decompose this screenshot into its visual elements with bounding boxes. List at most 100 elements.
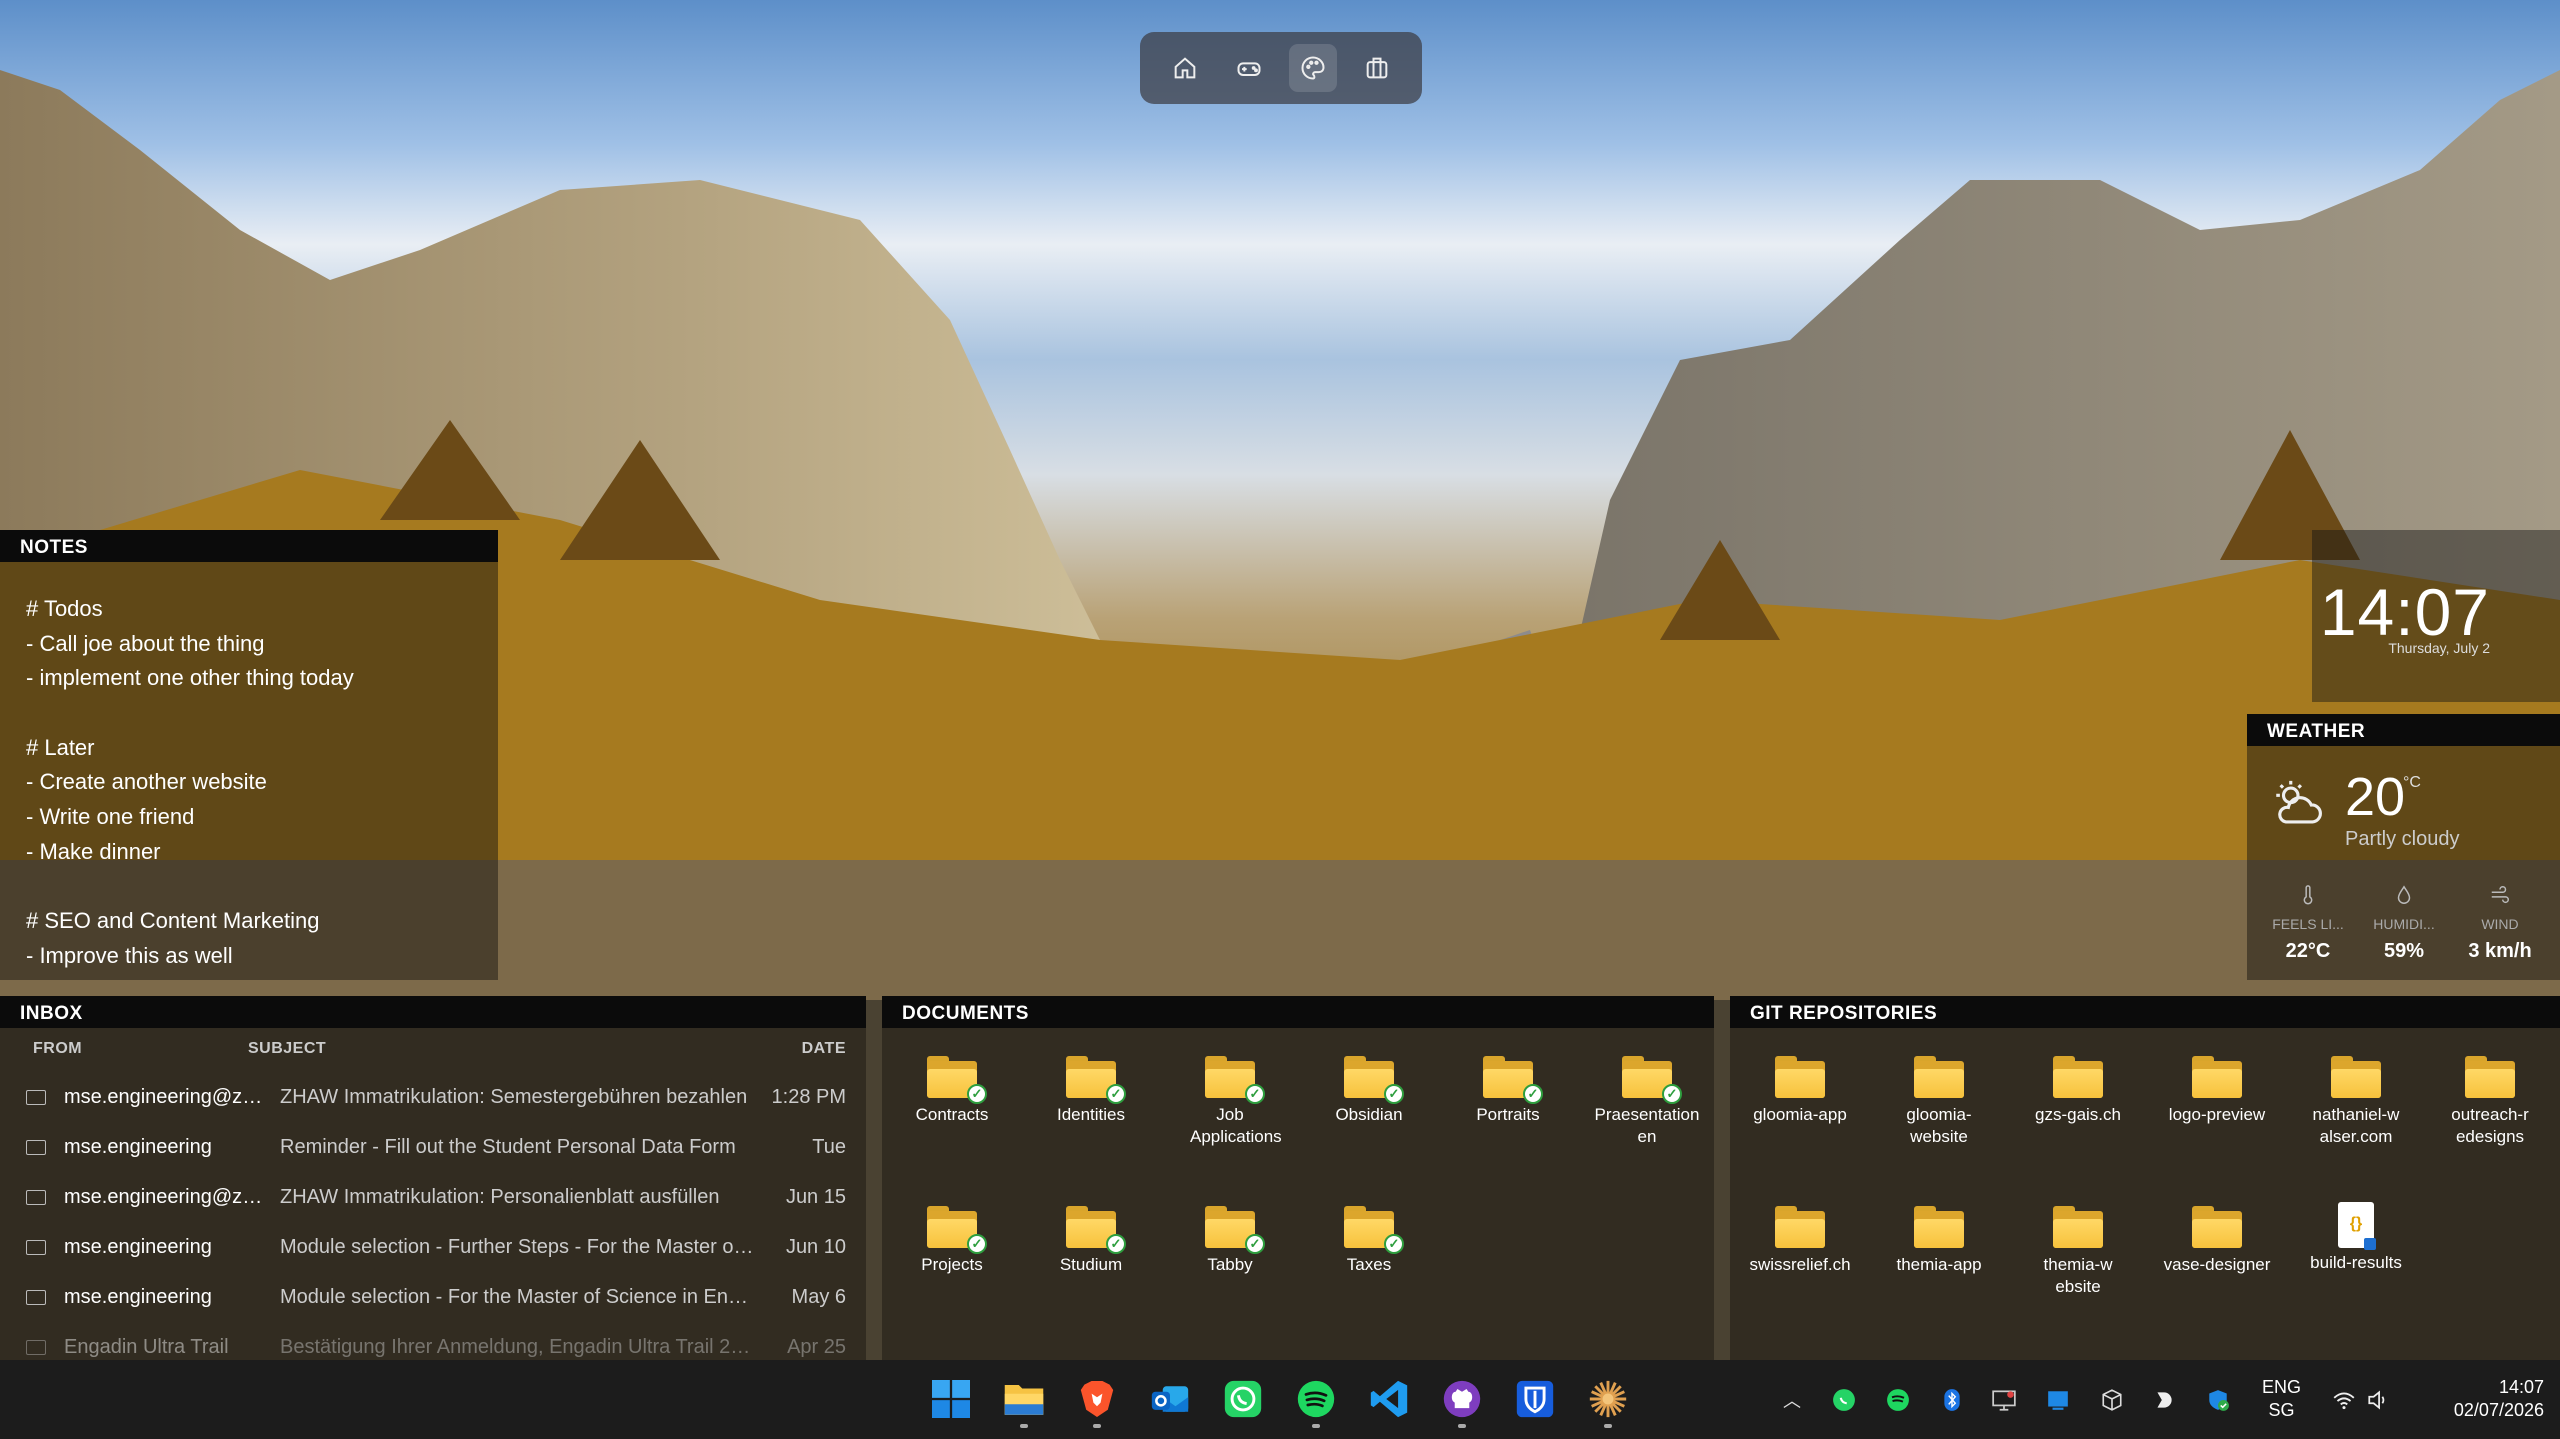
folder-label: Contracts bbox=[915, 1105, 989, 1124]
repo-item[interactable]: logo-preview bbox=[2147, 1056, 2287, 1126]
column-header-from: FROM bbox=[33, 1040, 83, 1057]
repo-item[interactable]: outreach-redesigns bbox=[2420, 1056, 2560, 1148]
tray-defender[interactable] bbox=[2204, 1386, 2232, 1414]
folder-label: Job Applications bbox=[1190, 1105, 1282, 1146]
taskbar-vscode[interactable] bbox=[1362, 1372, 1416, 1426]
tray-bluetooth[interactable] bbox=[1938, 1386, 1966, 1414]
home-tab-button[interactable] bbox=[1161, 44, 1209, 92]
github-desktop-icon bbox=[1443, 1380, 1481, 1418]
taskbar-time: 14:07 bbox=[2498, 1377, 2544, 1397]
tray-spotify[interactable] bbox=[1884, 1386, 1912, 1414]
tray-volume[interactable] bbox=[2364, 1386, 2392, 1414]
email-subject: Bestätigung Ihrer Anmeldung, Engadin Ult… bbox=[280, 1336, 758, 1358]
email-from: mse.engineering@zhaw.ch bbox=[64, 1086, 269, 1108]
notes-content[interactable]: # Todos - Call joe about the thing - imp… bbox=[26, 592, 354, 974]
cube-icon bbox=[2102, 1389, 2122, 1411]
taskbar-spotify[interactable] bbox=[1289, 1372, 1343, 1428]
show-hidden-icons-button[interactable]: ︿ bbox=[1778, 1386, 1806, 1414]
folder-item[interactable]: ✓ Portraits bbox=[1438, 1056, 1578, 1126]
taskbar-file-explorer[interactable] bbox=[997, 1372, 1051, 1428]
droplet-icon bbox=[2397, 885, 2411, 904]
taskbar-clock[interactable]: 14:07 02/07/2026 bbox=[2412, 1376, 2544, 1422]
folder-icon bbox=[2192, 1056, 2242, 1098]
taskbar-bitwarden[interactable] bbox=[1508, 1372, 1562, 1426]
note-line bbox=[26, 696, 354, 731]
tray-display-app[interactable] bbox=[1990, 1386, 2018, 1414]
note-line: - Create another website bbox=[26, 769, 267, 795]
folder-item[interactable]: ✓ Praesentationen bbox=[1577, 1056, 1717, 1148]
folder-item[interactable]: ✓ Taxes bbox=[1299, 1206, 1439, 1276]
repo-item[interactable]: themia-app bbox=[1869, 1206, 2009, 1276]
tray-app-blue[interactable] bbox=[2044, 1386, 2072, 1414]
briefcase-icon bbox=[1366, 57, 1388, 79]
language-indicator[interactable]: ENG SG bbox=[2262, 1376, 2301, 1422]
note-line: # Later bbox=[26, 734, 95, 760]
email-row[interactable]: mse.engineering Module selection - For th… bbox=[0, 1272, 866, 1322]
repo-item[interactable]: gloomia-website bbox=[1869, 1056, 2009, 1148]
clock-widget: 14:07 Thursday, July 2 bbox=[2312, 530, 2560, 702]
tray-app-d[interactable] bbox=[2150, 1386, 2178, 1414]
tray-wifi[interactable] bbox=[2330, 1386, 2358, 1414]
folder-item[interactable]: ✓ Tabby bbox=[1160, 1206, 1300, 1276]
email-row[interactable]: mse.engineering@zhaw.ch ZHAW Immatrikulat… bbox=[0, 1072, 866, 1122]
note-line: - Improve this as well bbox=[26, 942, 233, 968]
taskbar-github-desktop[interactable] bbox=[1435, 1372, 1489, 1428]
email-row[interactable]: mse.engineering Module selection - Furthe… bbox=[0, 1222, 866, 1272]
top-dock bbox=[1140, 32, 1422, 104]
start-button[interactable] bbox=[924, 1372, 978, 1426]
palette-icon bbox=[1301, 56, 1325, 80]
app-d-icon bbox=[2157, 1392, 2172, 1408]
weather-condition: Partly cloudy bbox=[2345, 828, 2460, 850]
folder-icon bbox=[1775, 1206, 1825, 1248]
repo-item[interactable]: themia-website bbox=[2008, 1206, 2148, 1298]
bitwarden-icon bbox=[1516, 1380, 1554, 1418]
repo-item[interactable]: nathaniel-walser.com bbox=[2286, 1056, 2426, 1148]
thermometer-icon bbox=[2303, 885, 2313, 905]
note-line: - Write one friend bbox=[26, 804, 195, 830]
taskbar-outlook[interactable] bbox=[1143, 1372, 1197, 1426]
humidity-label: HUMIDI... bbox=[2373, 916, 2435, 932]
repo-label: outreach-redesigns bbox=[2451, 1105, 2529, 1146]
repo-item[interactable]: vase-designer bbox=[2147, 1206, 2287, 1276]
documents-title: DOCUMENTS bbox=[882, 996, 1714, 1028]
folder-item[interactable]: ✓ Contracts bbox=[882, 1056, 1022, 1126]
email-row[interactable]: Engadin Ultra Trail Bestätigung Ihrer Anm… bbox=[0, 1322, 866, 1360]
envelope-icon bbox=[26, 1140, 46, 1155]
work-tab-button[interactable] bbox=[1353, 44, 1401, 92]
repo-item[interactable]: gzs-gais.ch bbox=[2008, 1056, 2148, 1126]
folder-icon bbox=[1775, 1056, 1825, 1098]
file-explorer-icon bbox=[1004, 1385, 1044, 1415]
email-subject: Module selection - Further Steps - For t… bbox=[280, 1236, 758, 1258]
folder-item[interactable]: ✓ Job Applications bbox=[1160, 1056, 1300, 1148]
design-tab-button[interactable] bbox=[1289, 44, 1337, 92]
tray-app-cube[interactable] bbox=[2098, 1386, 2126, 1414]
taskbar-sun-app[interactable] bbox=[1581, 1372, 1635, 1428]
folder-icon bbox=[2331, 1056, 2381, 1098]
email-date: Jun 15 bbox=[785, 1186, 846, 1208]
tray-whatsapp[interactable] bbox=[1830, 1386, 1858, 1414]
note-line: # Todos bbox=[26, 596, 103, 621]
json-file-icon: {} bbox=[2338, 1202, 2376, 1250]
games-tab-button[interactable] bbox=[1225, 44, 1273, 92]
repo-item[interactable]: swissrelief.ch bbox=[1730, 1206, 1870, 1276]
folder-item[interactable]: ✓ Obsidian bbox=[1299, 1056, 1439, 1126]
folder-item[interactable]: ✓ Projects bbox=[882, 1206, 1022, 1276]
sun-app-icon bbox=[1589, 1380, 1627, 1418]
repo-label: build-results bbox=[2310, 1253, 2402, 1272]
email-from: mse.engineering@zhaw.ch bbox=[64, 1186, 269, 1208]
taskbar: ︿ ENG SG 14:07 02/07/2026 bbox=[0, 1360, 2560, 1439]
envelope-icon bbox=[26, 1340, 46, 1355]
folder-item[interactable]: ✓ Studium bbox=[1021, 1206, 1161, 1276]
folder-label: Identities bbox=[1056, 1105, 1126, 1124]
folder-icon bbox=[2192, 1206, 2242, 1248]
git-repositories-widget: GIT REPOSITORIES gloomia-app gloomia-web… bbox=[1730, 996, 2560, 1360]
taskbar-brave[interactable] bbox=[1070, 1372, 1124, 1428]
folder-item[interactable]: ✓ Identities bbox=[1021, 1056, 1161, 1126]
repo-label: themia-website bbox=[2043, 1255, 2113, 1296]
repo-item[interactable]: {} build-results bbox=[2286, 1202, 2426, 1274]
note-line: - Make dinner bbox=[26, 838, 161, 864]
repo-item[interactable]: gloomia-app bbox=[1730, 1056, 1870, 1126]
email-row[interactable]: mse.engineering@zhaw.ch ZHAW Immatrikulat… bbox=[0, 1172, 866, 1222]
taskbar-whatsapp[interactable] bbox=[1216, 1372, 1270, 1426]
email-row[interactable]: mse.engineering Reminder - Fill out the S… bbox=[0, 1122, 866, 1172]
